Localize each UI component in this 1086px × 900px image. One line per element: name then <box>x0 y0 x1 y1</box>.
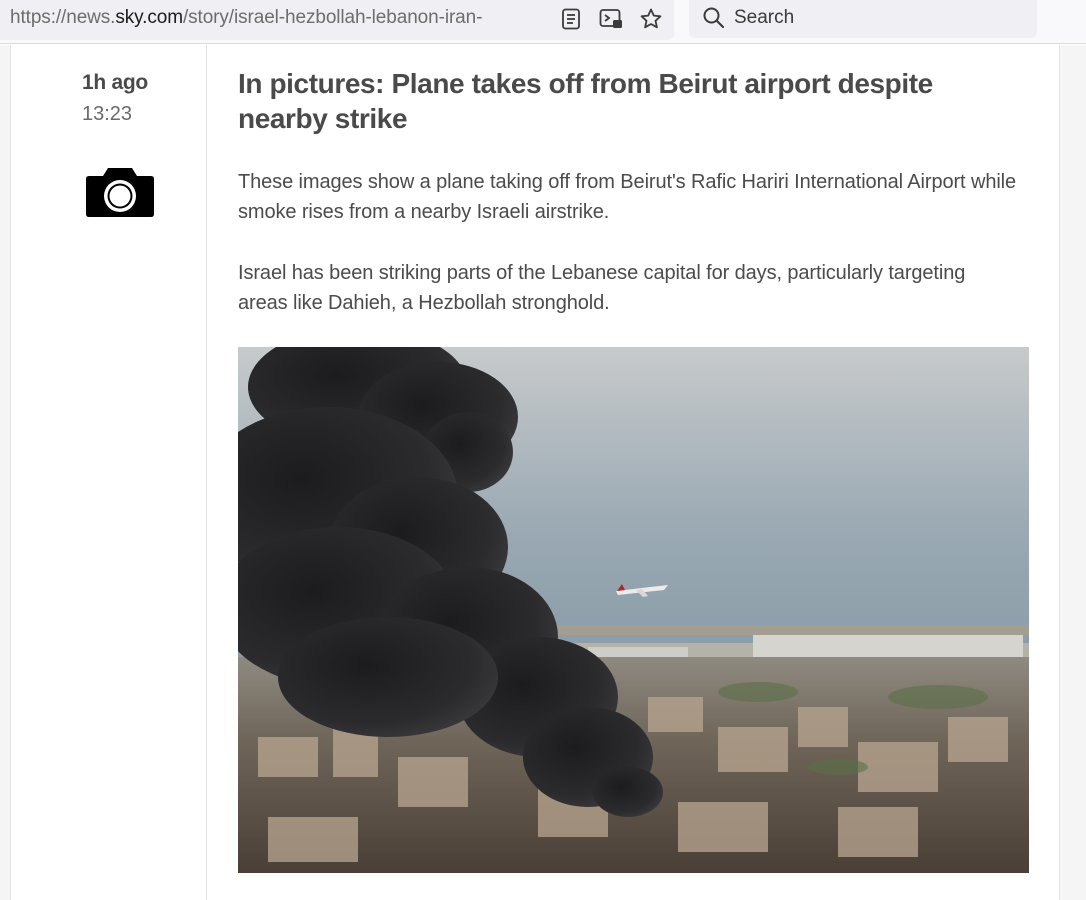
url-fade <box>510 0 554 40</box>
star-icon[interactable] <box>637 5 665 33</box>
address-bar[interactable]: https://news.sky.com/story/israel-hezbol… <box>0 0 674 40</box>
search-box[interactable]: Search <box>689 0 1037 38</box>
post-time-absolute: 13:23 <box>82 103 133 125</box>
url-scheme: https://news. <box>10 7 116 28</box>
post-meta-column: 1h ago 13:23 <box>11 45 207 900</box>
reader-view-icon[interactable] <box>557 5 585 33</box>
url-path: /story/israel-hezbollah-lebanon-iran- <box>182 7 483 28</box>
post-time-relative: 1h ago <box>82 71 148 94</box>
post-paragraph-2: Israel has been striking parts of the Le… <box>238 262 966 314</box>
search-icon <box>701 5 727 31</box>
browser-toolbar: https://news.sky.com/story/israel-hezbol… <box>0 0 1086 44</box>
live-post-card: 1h ago 13:23 In pictures: Plane takes of… <box>10 45 1060 900</box>
url-domain: sky.com <box>115 7 183 28</box>
camera-icon <box>84 166 156 220</box>
post-paragraph-1: These images show a plane taking off fro… <box>238 171 1017 223</box>
post-photo[interactable] <box>238 347 1029 873</box>
post-headline: In pictures: Plane takes off from Beirut… <box>238 68 933 134</box>
page: 1h ago 13:23 In pictures: Plane takes of… <box>0 45 1086 900</box>
search-placeholder: Search <box>734 7 795 28</box>
url-text[interactable]: https://news.sky.com/story/israel-hezbol… <box>10 5 550 31</box>
picture-in-picture-icon[interactable] <box>597 5 625 33</box>
